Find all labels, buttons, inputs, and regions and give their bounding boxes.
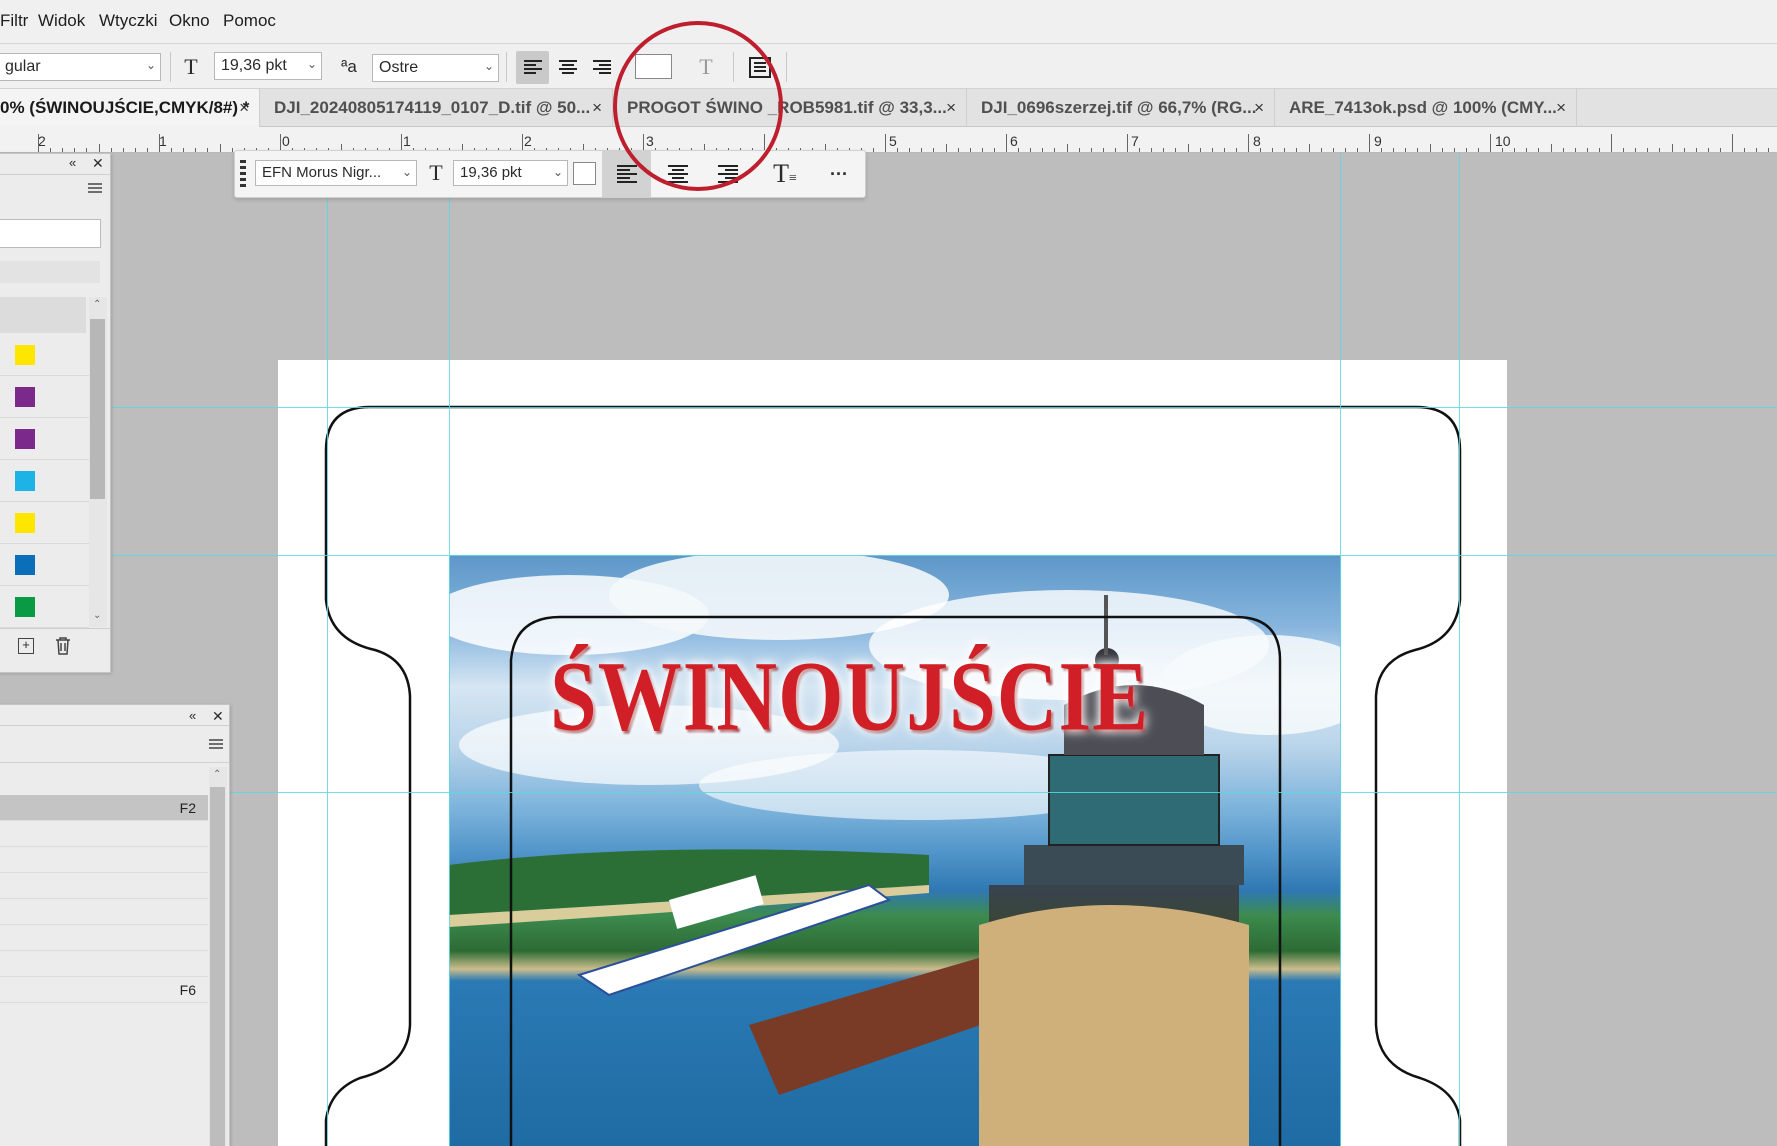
chevron-down-icon: ⌄ <box>401 165 412 179</box>
swatches-panel: « ✕ ⌃ ⌄ + <box>0 153 111 673</box>
font-size-value: 19,36 pkt <box>460 164 522 181</box>
scrollbar-thumb[interactable] <box>210 787 225 1146</box>
scrollbar-track[interactable]: ⌃ <box>209 767 227 1146</box>
guide-horizontal[interactable] <box>112 792 1777 793</box>
divider <box>0 174 110 175</box>
scroll-up-icon[interactable]: ⌃ <box>93 299 101 310</box>
action-row[interactable] <box>0 899 208 925</box>
scroll-up-icon[interactable]: ⌃ <box>213 769 221 780</box>
guide-vertical[interactable] <box>449 153 450 1146</box>
divider <box>0 725 229 726</box>
panel-menu-icon[interactable] <box>88 181 102 199</box>
shortcut-key: F6 <box>179 982 196 998</box>
contextual-text-toolbar: EFN Morus Nigr... ⌄ T 19,36 pkt ⌄ T ≡ ··· <box>234 150 866 198</box>
swatch-row[interactable] <box>0 586 89 628</box>
text-color-swatch[interactable] <box>573 162 596 185</box>
swatch-row[interactable] <box>0 544 89 586</box>
actions-panel: « ✕ F2 F6 ⌃ <box>0 704 230 1146</box>
action-row[interactable]: F6 <box>0 977 208 1003</box>
scroll-down-icon[interactable]: ⌄ <box>93 610 101 621</box>
scrollbar-thumb[interactable] <box>90 319 105 499</box>
new-swatch-icon[interactable]: + <box>18 638 34 654</box>
swatch-color <box>15 387 35 407</box>
font-size-icon: T <box>429 160 443 185</box>
swatch-row[interactable] <box>0 460 89 502</box>
swatch-row[interactable] <box>0 418 89 460</box>
swatch-color <box>15 597 35 617</box>
drag-handle-icon[interactable] <box>240 158 246 192</box>
text-options-icon[interactable]: T ≡ <box>768 159 802 189</box>
guide-vertical[interactable] <box>1340 153 1341 1146</box>
divider <box>0 628 110 629</box>
shortcut-key: F2 <box>179 800 196 816</box>
guide-horizontal[interactable] <box>112 407 1777 408</box>
guide-horizontal[interactable] <box>112 555 1777 556</box>
scrollbar-track[interactable]: ⌃ ⌄ <box>89 297 107 627</box>
close-icon[interactable]: ✕ <box>92 155 104 172</box>
swatch-color <box>15 513 35 533</box>
swatch-color <box>15 429 35 449</box>
action-row[interactable] <box>0 925 208 951</box>
swatch-row[interactable] <box>0 334 89 376</box>
action-row[interactable]: F2 <box>0 795 208 821</box>
align-left-icon <box>616 165 637 183</box>
more-options-icon[interactable]: ··· <box>825 161 853 187</box>
collapse-icon[interactable]: « <box>69 155 76 170</box>
guide-vertical[interactable] <box>327 153 328 1146</box>
close-icon[interactable]: ✕ <box>212 708 224 725</box>
swatch-row[interactable] <box>0 376 89 418</box>
swatch-search-input[interactable] <box>0 219 101 248</box>
annotation-circle <box>613 21 783 191</box>
swatch-row[interactable] <box>0 502 89 544</box>
panel-menu-icon[interactable] <box>209 737 223 755</box>
font-family-select[interactable]: EFN Morus Nigr... ⌄ <box>255 160 417 186</box>
guide-vertical[interactable] <box>1459 153 1460 1146</box>
font-family-value: EFN Morus Nigr... <box>262 164 382 181</box>
delete-icon[interactable] <box>55 637 71 660</box>
swatch-filter-row <box>0 261 100 283</box>
font-size-input[interactable]: 19,36 pkt ⌄ <box>453 160 568 186</box>
action-row[interactable] <box>0 873 208 899</box>
swatch-header-row <box>0 297 86 333</box>
divider <box>0 762 229 763</box>
swatch-color <box>15 345 35 365</box>
action-row[interactable] <box>0 951 208 977</box>
collapse-icon[interactable]: « <box>189 708 196 723</box>
swatch-color <box>15 471 35 491</box>
swatch-color <box>15 555 35 575</box>
action-row[interactable] <box>0 821 208 847</box>
action-row[interactable] <box>0 847 208 873</box>
chevron-down-icon: ⌄ <box>552 165 563 179</box>
